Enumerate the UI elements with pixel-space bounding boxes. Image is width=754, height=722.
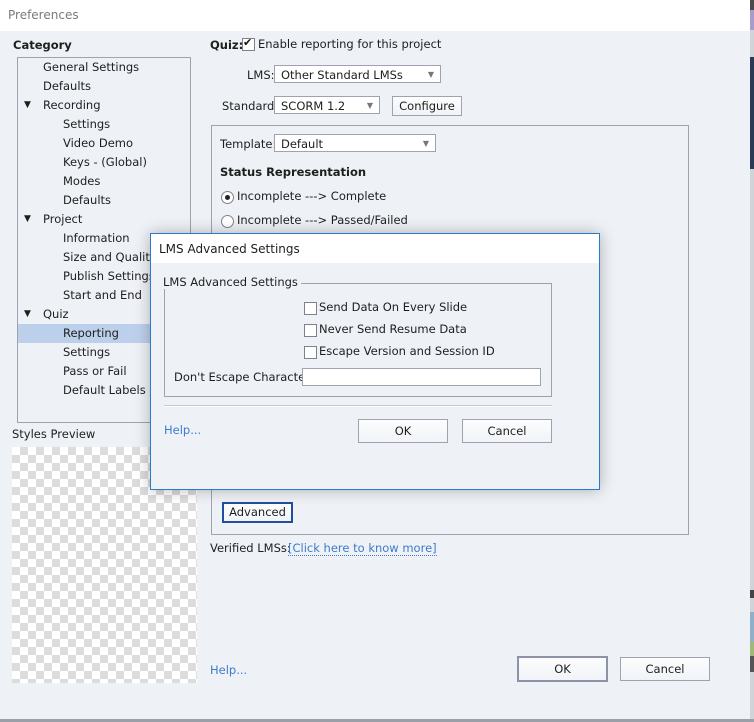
template-label: Template: (220, 137, 277, 151)
enable-reporting-checkbox[interactable] (242, 36, 255, 51)
send-data-every-slide-label[interactable]: Send Data On Every Slide (319, 300, 467, 314)
lms-label: LMS: (247, 68, 275, 82)
standard-label: Standard: (222, 99, 279, 113)
never-send-resume-data-label[interactable]: Never Send Resume Data (319, 322, 467, 336)
category-item-defaults[interactable]: Defaults (18, 77, 190, 96)
category-item-settings[interactable]: Settings (18, 115, 190, 134)
category-item-video-demo[interactable]: Video Demo (18, 134, 190, 153)
category-item-label: Video Demo (63, 136, 134, 150)
dialog-help-link[interactable]: Help... (164, 423, 201, 437)
lms-advanced-settings-dialog: LMS Advanced Settings LMS Advanced Setti… (150, 233, 600, 490)
chevron-down-icon: ▼ (427, 70, 434, 79)
configure-button[interactable]: Configure (392, 96, 462, 116)
standard-select-value: SCORM 1.2 (281, 99, 346, 113)
category-item-label: Settings (63, 345, 111, 359)
category-item-label: Reporting (63, 326, 119, 340)
background-window-edge (750, 0, 754, 722)
dialog-titlebar: LMS Advanced Settings (151, 234, 599, 263)
verified-lms-label: Verified LMSs: (210, 541, 291, 555)
styles-preview-label: Styles Preview (12, 427, 96, 441)
triangle-down-icon[interactable]: ▼ (24, 305, 31, 324)
status-representation-heading: Status Representation (220, 165, 367, 179)
category-item-label: Start and End (63, 288, 142, 302)
standard-select[interactable]: SCORM 1.2 ▼ (274, 96, 380, 114)
category-item-label: General Settings (43, 60, 140, 74)
category-item-keys-global[interactable]: Keys - (Global) (18, 153, 190, 172)
window-titlebar: Preferences (0, 0, 750, 31)
category-heading: Category (13, 38, 72, 52)
chevron-down-icon: ▼ (422, 139, 429, 148)
category-item-label: Keys - (Global) (63, 155, 147, 169)
triangle-down-icon[interactable]: ▼ (24, 210, 31, 229)
category-item-label: Settings (63, 117, 111, 131)
ok-button[interactable]: OK (517, 656, 608, 682)
dialog-cancel-button[interactable]: Cancel (462, 419, 552, 443)
enable-reporting-label[interactable]: Enable reporting for this project (258, 37, 441, 51)
chevron-down-icon: ▼ (366, 101, 373, 110)
category-item-label: Recording (43, 98, 101, 112)
dialog-title: LMS Advanced Settings (159, 242, 300, 256)
dialog-group-label: LMS Advanced Settings (161, 275, 301, 289)
dialog-ok-button[interactable]: OK (358, 419, 448, 443)
never-send-resume-data-checkbox[interactable] (304, 324, 317, 337)
dont-escape-characters-input[interactable] (302, 368, 541, 386)
dialog-separator (164, 405, 552, 407)
category-item-label: Project (43, 212, 83, 226)
status-option-passed-failed-label[interactable]: Incomplete ---> Passed/Failed (237, 213, 408, 227)
category-item-label: Defaults (63, 193, 112, 207)
category-item-recording[interactable]: ▼ Recording (18, 96, 190, 115)
category-item-label: Information (63, 231, 130, 245)
window-title: Preferences (8, 8, 79, 22)
category-item-label: Defaults (43, 79, 92, 93)
category-item-defaults[interactable]: Defaults (18, 191, 190, 210)
dont-escape-characters-label: Don't Escape Characters: (174, 370, 320, 384)
category-item-label: Publish Settings (63, 269, 155, 283)
category-item-label: Modes (63, 174, 101, 188)
status-option-complete-label[interactable]: Incomplete ---> Complete (237, 189, 386, 203)
lms-select-value: Other Standard LMSs (281, 68, 403, 82)
escape-version-session-checkbox[interactable] (304, 346, 317, 359)
verified-lms-link[interactable]: [Click here to know more] (288, 541, 437, 556)
quiz-label: Quiz: (210, 38, 244, 52)
lms-select[interactable]: Other Standard LMSs ▼ (274, 65, 441, 83)
template-select[interactable]: Default ▼ (274, 134, 436, 152)
category-item-label: Pass or Fail (63, 364, 127, 378)
category-item-modes[interactable]: Modes (18, 172, 190, 191)
category-item-general-settings[interactable]: General Settings (18, 58, 190, 77)
status-radio-complete[interactable] (221, 191, 234, 204)
send-data-every-slide-checkbox[interactable] (304, 302, 317, 315)
category-item-project[interactable]: ▼ Project (18, 210, 190, 229)
category-item-label: Default Labels (63, 383, 146, 397)
category-item-label: Quiz (43, 307, 69, 321)
template-select-value: Default (281, 137, 324, 151)
category-item-label: Size and Quality (63, 250, 157, 264)
status-radio-passed-failed[interactable] (221, 215, 234, 228)
help-link[interactable]: Help... (210, 663, 247, 677)
cancel-button[interactable]: Cancel (620, 657, 710, 681)
advanced-button[interactable]: Advanced (222, 502, 293, 523)
escape-version-session-label[interactable]: Escape Version and Session ID (319, 344, 495, 358)
triangle-down-icon[interactable]: ▼ (24, 96, 31, 115)
